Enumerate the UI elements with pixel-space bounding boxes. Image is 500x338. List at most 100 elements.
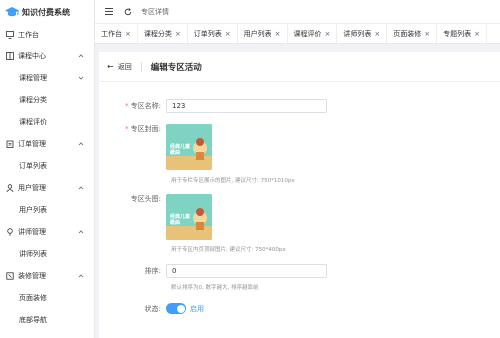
sidebar: 知识付费系统 工作台 课程中心 课程管理 课程分类 课程评价 订单管理 订单列表…	[0, 0, 95, 338]
sidebar-item-decorate-manage[interactable]: 装修管理	[0, 265, 94, 287]
head-image-upload[interactable]: 经典儿童 歌曲	[166, 194, 212, 240]
tab-label: 课程分类	[143, 29, 172, 38]
chevron-up-icon	[78, 186, 84, 190]
tab-label: 页面装修	[393, 29, 422, 38]
sidebar-item-course-category[interactable]: 课程分类	[0, 89, 94, 111]
user-icon	[6, 184, 14, 192]
sidebar-item-label: 工作台	[18, 30, 39, 39]
tab-label: 专题列表	[443, 29, 472, 38]
label-text: 专区名称:	[130, 102, 161, 110]
sidebar-item-dashboard[interactable]: 工作台	[0, 24, 94, 45]
chevron-up-icon	[78, 274, 84, 278]
name-label: * 专区名称:	[99, 99, 166, 113]
head-label: 专区头图:	[99, 194, 166, 240]
sidebar-item-course-manage[interactable]: 课程管理	[0, 67, 94, 89]
decorate-icon	[6, 272, 14, 280]
label-text: 专区封面:	[130, 125, 161, 133]
close-icon[interactable]: ×	[225, 30, 231, 38]
app-title: 知识付费系统	[22, 7, 70, 17]
sidebar-item-label: 课程管理	[19, 74, 47, 82]
tab-dashboard[interactable]: 工作台 ×	[95, 24, 138, 43]
form-row-name: * 专区名称: 123	[99, 99, 327, 113]
form-row-status: 状态: 启用	[99, 303, 204, 314]
status-label: 状态:	[144, 304, 161, 313]
cover-label: * 专区封面:	[99, 124, 166, 170]
close-icon[interactable]: ×	[374, 30, 380, 38]
close-icon[interactable]: ×	[325, 30, 331, 38]
head-image-text: 经典儿童 歌曲	[170, 214, 191, 226]
cover-image-upload[interactable]: 经典儿童 歌曲	[166, 124, 212, 170]
label-text: 专区头图:	[130, 195, 161, 203]
sidebar-item-lecturer-list[interactable]: 讲师列表	[0, 243, 94, 265]
sidebar-item-page-decorate[interactable]: 页面装修	[0, 287, 94, 309]
sidebar-item-label: 用户管理	[18, 184, 46, 192]
sort-input[interactable]: 0	[166, 264, 327, 278]
sidebar-item-user-manage[interactable]: 用户管理	[0, 177, 94, 199]
required-mark: *	[125, 102, 129, 110]
chevron-down-icon	[78, 76, 84, 80]
tab-order-list[interactable]: 订单列表 ×	[188, 24, 238, 43]
tab-user-list[interactable]: 用户列表 ×	[238, 24, 288, 43]
clipboard-icon	[6, 140, 14, 148]
sidebar-item-bottom-nav[interactable]: 底部导航	[0, 309, 94, 331]
form-row-cover: * 专区封面: 经典儿童 歌曲	[99, 124, 212, 170]
name-input[interactable]: 123	[166, 99, 327, 113]
page-header: ← 返回 编辑专区活动	[99, 52, 500, 82]
tab-label: 用户列表	[243, 29, 272, 38]
sidebar-item-order-list[interactable]: 订单列表	[0, 155, 94, 177]
back-button[interactable]: ← 返回	[107, 62, 132, 72]
tab-course-category[interactable]: 课程分类 ×	[138, 24, 188, 43]
form-row-sort: 排序: 0	[99, 264, 327, 278]
cover-hint: 用于专栏专区展示的图片, 建议尺寸: 750*1010px	[171, 178, 295, 184]
form-row-head: 专区头图: 经典儿童 歌曲	[99, 194, 212, 240]
close-icon[interactable]: ×	[125, 30, 131, 38]
sort-label: 排序:	[144, 267, 161, 275]
chevron-up-icon	[78, 142, 84, 146]
sort-hint: 默认排序为0, 数字越大, 排序越靠前	[171, 285, 259, 291]
tab-label: 讲师列表	[343, 29, 372, 38]
status-text: 启用	[190, 304, 204, 313]
sidebar-item-label: 订单管理	[18, 140, 46, 148]
close-icon[interactable]: ×	[474, 30, 480, 38]
monitor-icon	[6, 30, 14, 39]
sidebar-item-label: 装修管理	[18, 272, 46, 280]
lecturer-icon	[6, 228, 14, 236]
graduation-cap-icon	[5, 7, 19, 17]
sidebar-item-user-list[interactable]: 用户列表	[0, 199, 94, 221]
app-logo: 知识付费系统	[0, 0, 94, 24]
tab-topic-list[interactable]: 专题列表 ×	[437, 24, 487, 43]
arrow-left-icon: ←	[107, 62, 114, 71]
tab-course-review[interactable]: 课程评价 ×	[288, 24, 338, 43]
chevron-up-icon	[78, 230, 84, 234]
close-icon[interactable]: ×	[175, 30, 181, 38]
switch-knob	[176, 304, 185, 313]
head-hint: 用于专区内页顶部图片, 建议尺寸: 750*400px	[171, 247, 286, 253]
page-title: 编辑专区活动	[150, 62, 202, 73]
tab-page-decorate[interactable]: 页面装修 ×	[387, 24, 438, 43]
cover-image-text: 经典儿童 歌曲	[170, 144, 191, 156]
sidebar-item-course-review[interactable]: 课程评价	[0, 111, 94, 133]
refresh-icon[interactable]	[123, 7, 133, 17]
tab-label: 工作台	[101, 29, 122, 38]
tab-lecturer-list[interactable]: 讲师列表 ×	[337, 24, 388, 43]
close-icon[interactable]: ×	[424, 30, 430, 38]
close-icon[interactable]: ×	[275, 30, 281, 38]
tab-bar: 工作台 × 课程分类 × 订单列表 × 用户列表 × 课程评价 × 讲师列表 × 页面装修 ×…	[95, 24, 500, 44]
required-mark: *	[125, 125, 129, 133]
breadcrumb: 专区详情	[141, 7, 169, 16]
sidebar-item-label: 讲师管理	[18, 228, 46, 236]
sidebar-item-course-center[interactable]: 课程中心	[0, 45, 94, 67]
content-card: ← 返回 编辑专区活动 * 专区名称: 123 * 专区封面: 经典儿童 歌曲 用于…	[99, 52, 500, 338]
tab-label: 订单列表	[193, 29, 222, 38]
top-header: 专区详情	[95, 0, 500, 24]
back-label: 返回	[117, 62, 132, 71]
book-icon	[6, 52, 14, 60]
tab-label: 课程评价	[293, 29, 322, 38]
divider	[140, 61, 142, 72]
sidebar-item-order-manage[interactable]: 订单管理	[0, 133, 94, 155]
menu-toggle-icon[interactable]	[104, 7, 114, 17]
chevron-up-icon	[78, 54, 84, 58]
status-switch[interactable]	[166, 303, 186, 314]
sidebar-item-label: 课程中心	[18, 52, 46, 60]
sidebar-item-lecturer-manage[interactable]: 讲师管理	[0, 221, 94, 243]
